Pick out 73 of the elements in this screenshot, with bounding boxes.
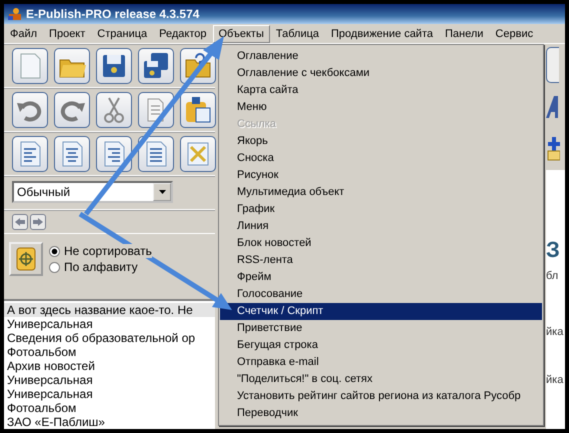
toolbar-button[interactable]	[138, 48, 174, 84]
menu-item[interactable]: Таблица	[270, 24, 326, 42]
toolbar-button[interactable]	[12, 48, 48, 84]
toolbar-button[interactable]	[180, 136, 216, 172]
menu-item[interactable]: Мультимедиа объект	[220, 184, 542, 201]
style-dropdown[interactable]: Обычный	[12, 181, 173, 203]
list-item[interactable]: ЗАО «Е-Паблиш»	[4, 415, 215, 429]
menu-item[interactable]: Оглавление с чекбоксами	[220, 65, 542, 82]
sort-button[interactable]	[9, 242, 43, 276]
radio-button[interactable]	[49, 246, 60, 256]
add-table-icon	[546, 137, 560, 161]
menu-item[interactable]: "Поделиться!" в соц. сетях	[220, 371, 542, 388]
menu-item[interactable]: Страница	[91, 24, 154, 42]
toolbar-button[interactable]	[54, 92, 90, 128]
toolbar-button[interactable]	[138, 136, 174, 172]
toolbar-button[interactable]	[96, 92, 132, 128]
menu-item[interactable]: Переводчик	[220, 405, 542, 422]
menu-item[interactable]: Блок новостей	[220, 235, 542, 252]
menu-item[interactable]: Бегущая строка	[220, 337, 542, 354]
menu-item[interactable]: Голосование	[220, 286, 542, 303]
menu-item[interactable]: Проект	[43, 24, 92, 42]
menu-item[interactable]: Объекты	[212, 24, 270, 42]
toolbar-button[interactable]	[96, 48, 132, 84]
list-item[interactable]: Универсальная	[4, 373, 215, 387]
menu-item[interactable]: Панели	[439, 24, 490, 42]
back-button[interactable]	[12, 214, 28, 230]
menu-item[interactable]: Якорь	[220, 133, 542, 150]
menu-item[interactable]: Оглавление	[220, 48, 542, 65]
toolbar-button[interactable]	[54, 136, 90, 172]
scroll-icon	[14, 246, 38, 272]
right-arrow-icon	[33, 218, 43, 226]
app-icon	[7, 7, 23, 21]
menu-item[interactable]: Продвижение сайта	[325, 24, 439, 42]
menu-item[interactable]: График	[220, 201, 542, 218]
menu-item[interactable]: Фрейм	[220, 269, 542, 286]
radio-button[interactable]	[49, 262, 60, 272]
menu-item[interactable]: Рисунок	[220, 167, 542, 184]
list-item[interactable]: Универсальная	[4, 387, 215, 401]
forward-button[interactable]	[30, 214, 46, 230]
toolbar-button[interactable]	[96, 136, 132, 172]
menu-item[interactable]: Файл	[4, 24, 44, 42]
menu-item[interactable]: Приветствие	[220, 320, 542, 337]
menu-item[interactable]: Линия	[220, 218, 542, 235]
dropdown-arrow-icon	[158, 190, 166, 194]
left-arrow-icon	[15, 218, 25, 226]
radio-label[interactable]: По алфавиту	[64, 260, 138, 274]
page-text-fragment: йка	[546, 374, 564, 386]
toolbar-button[interactable]	[54, 48, 90, 84]
window-title: E-Publish-PRO release 4.3.574	[26, 7, 200, 21]
list-item[interactable]: Фотоальбом	[4, 401, 215, 415]
list-item[interactable]: Фотоальбом	[4, 345, 215, 359]
menu-item[interactable]: Отправка e-mail	[220, 354, 542, 371]
list-item[interactable]: Архив новостей	[4, 359, 215, 373]
page-text-fragment: бл	[546, 270, 560, 282]
page-text-fragment: З	[546, 238, 561, 262]
menu-item[interactable]: Редактор	[153, 24, 212, 42]
toolbar-button[interactable]	[180, 92, 216, 128]
menu-item[interactable]: Установить рейтинг сайтов региона из каталога Русобр	[220, 388, 542, 405]
font-icon	[546, 96, 558, 118]
toolbar-button[interactable]	[546, 47, 559, 83]
toolbar-button[interactable]	[12, 92, 48, 128]
menu-item[interactable]: Сноска	[220, 150, 542, 167]
menu-item[interactable]: Счетчик / Скрипт	[220, 303, 542, 320]
toolbar-button[interactable]	[12, 136, 48, 172]
radio-label[interactable]: Не сортировать	[64, 244, 152, 258]
page-text-fragment: йка	[546, 326, 564, 338]
list-item[interactable]: Сведения об образовательной ор	[4, 331, 215, 345]
list-item[interactable]: А вот здесь название каое-то. Не	[4, 303, 215, 317]
menu-item[interactable]: Меню	[220, 99, 542, 116]
menu-item[interactable]: RSS-лента	[220, 252, 542, 269]
list-item[interactable]: Универсальная	[4, 317, 215, 331]
menu-item[interactable]: Карта сайта	[220, 82, 542, 99]
menu-item[interactable]: Сервис	[489, 24, 540, 42]
